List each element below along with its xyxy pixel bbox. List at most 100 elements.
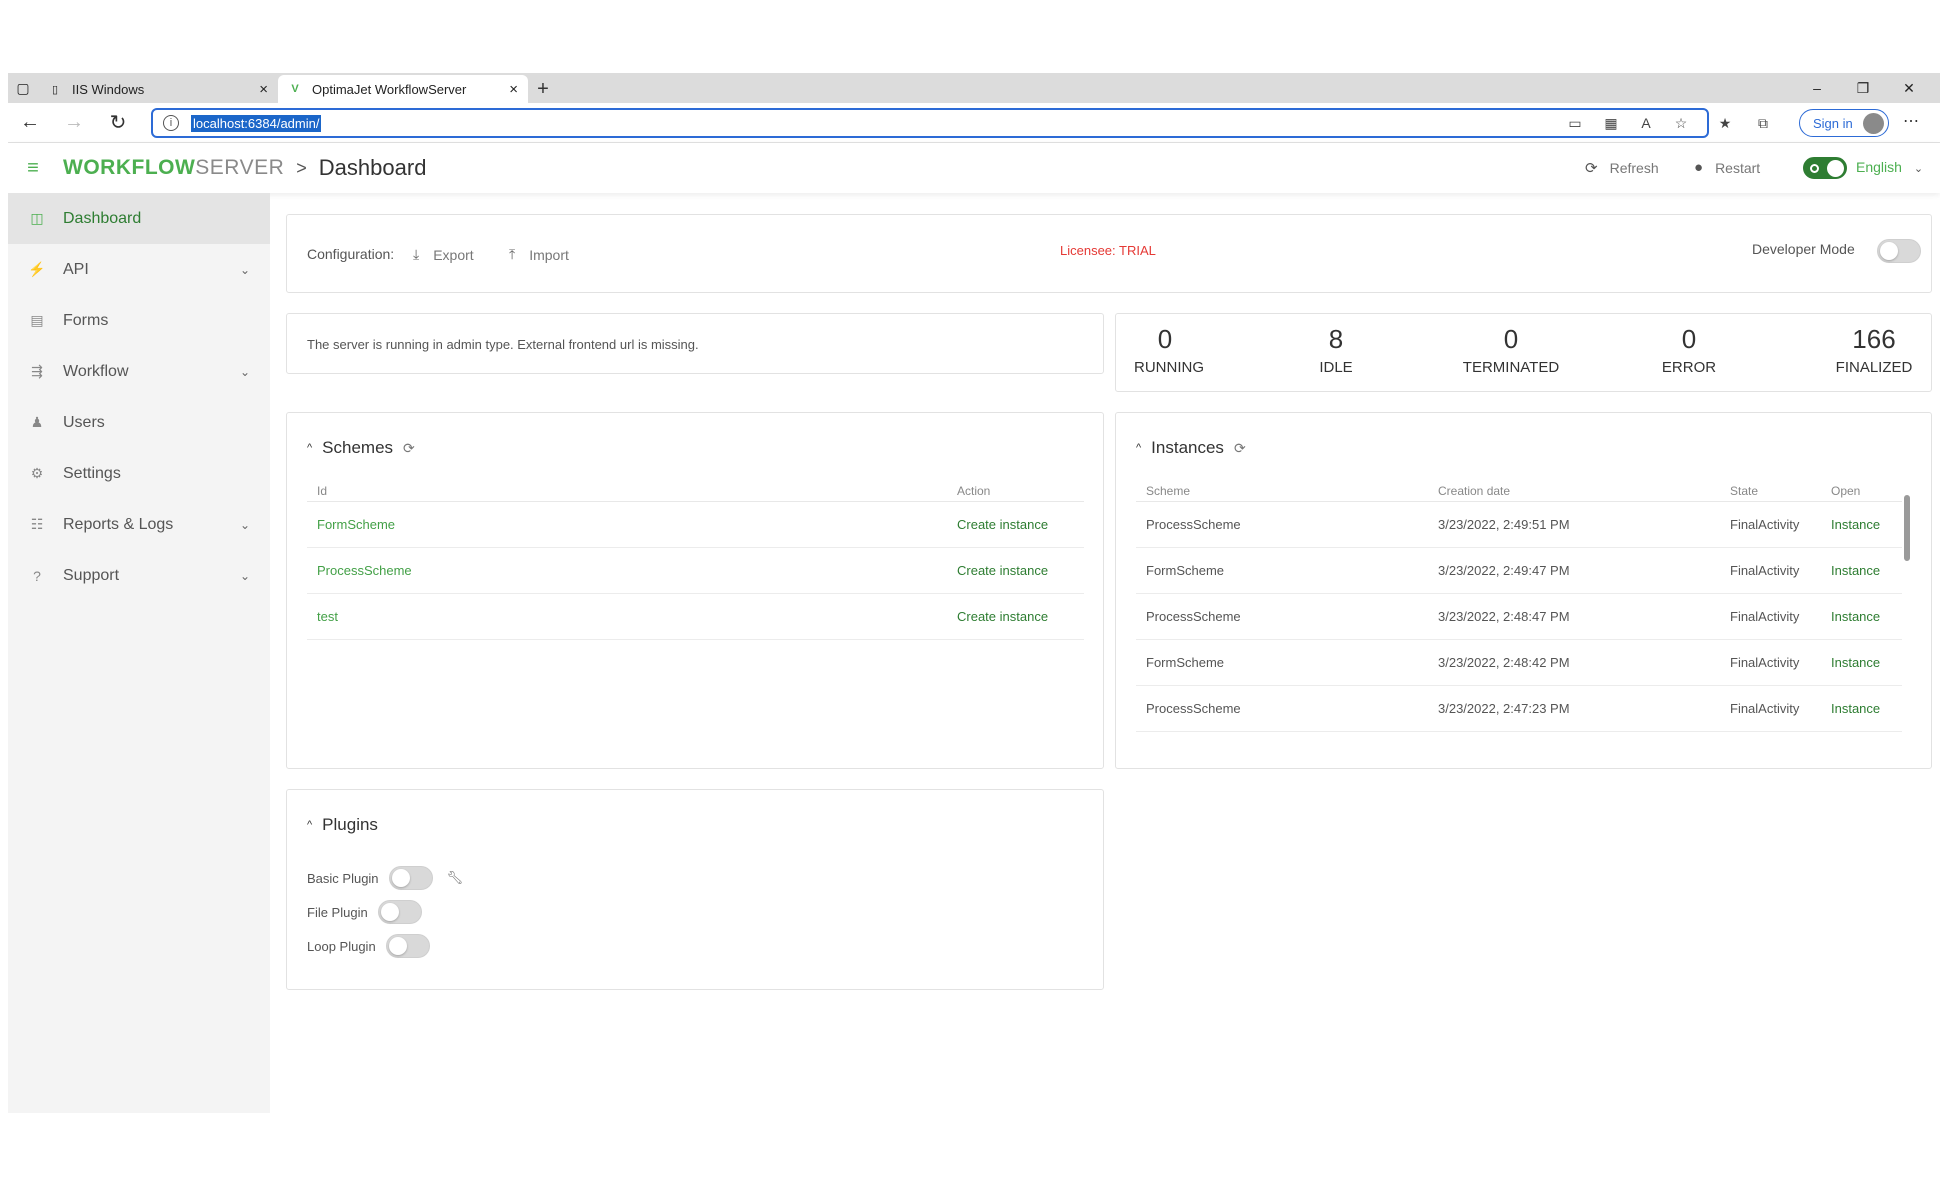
open-instance-link[interactable]: Instance	[1821, 547, 1902, 594]
table-row: ProcessScheme 3/23/2022, 2:48:47 PM Fina…	[1136, 593, 1902, 640]
scheme-id-link[interactable]: ProcessScheme	[307, 547, 947, 594]
theme-toggle[interactable]	[1803, 157, 1847, 179]
sidebar-item-users[interactable]: ♟ Users	[8, 397, 270, 448]
url-text[interactable]: localhost:6384/admin/	[191, 114, 322, 132]
tab-strip: ▢ ▯ IIS Windows × V OptimaJet WorkflowSe…	[8, 73, 1940, 103]
instance-date: 3/23/2022, 2:49:47 PM	[1428, 547, 1720, 594]
instances-title: Instances	[1151, 438, 1224, 457]
stat-terminated: 0 TERMINATED	[1456, 324, 1566, 376]
sidebar: ◫ Dashboard ⚡ API ⌄ ▤ Forms ⇶ Workflow ⌄…	[8, 193, 270, 1113]
instances-scrollbar[interactable]	[1904, 495, 1910, 561]
back-icon[interactable]: ←	[8, 103, 52, 143]
sidebar-item-workflow[interactable]: ⇶ Workflow ⌄	[8, 346, 270, 397]
instances-header[interactable]: ^ Instances ⟳	[1136, 438, 1246, 458]
export-button[interactable]: ⤓ Export	[413, 246, 474, 263]
refresh-icon[interactable]: ⟳	[1234, 440, 1246, 457]
sign-in-button[interactable]: Sign in	[1799, 109, 1889, 137]
info-icon[interactable]: i	[163, 115, 179, 131]
refresh-button[interactable]: ⟳ Refresh	[1585, 159, 1659, 177]
close-icon[interactable]: ×	[259, 81, 268, 98]
open-instance-link[interactable]: Instance	[1821, 501, 1902, 548]
close-icon[interactable]: ×	[509, 81, 518, 98]
create-instance-link[interactable]: Create instance	[947, 547, 1084, 594]
reload-icon[interactable]: ↻	[96, 103, 140, 143]
refresh-icon[interactable]: ⟳	[403, 440, 415, 457]
column-header-action: Action	[947, 481, 1084, 502]
chevron-up-icon[interactable]: ^	[1136, 442, 1141, 454]
schemes-header[interactable]: ^ Schemes ⟳	[307, 438, 415, 458]
tab-actions-icon[interactable]: ▢	[8, 73, 38, 103]
create-instance-link[interactable]: Create instance	[947, 501, 1084, 548]
scheme-id-link[interactable]: test	[307, 593, 947, 640]
sidebar-item-api[interactable]: ⚡ API ⌄	[8, 244, 270, 295]
chevron-up-icon[interactable]: ^	[307, 442, 312, 454]
toggle-ring-icon	[1810, 164, 1819, 173]
instance-scheme: ProcessScheme	[1136, 501, 1428, 548]
stat-value: 0	[1503, 324, 1519, 354]
open-instance-link[interactable]: Instance	[1821, 639, 1902, 686]
create-instance-link[interactable]: Create instance	[947, 593, 1084, 640]
restart-button[interactable]: ● Restart	[1694, 159, 1760, 176]
language-select[interactable]: English ⌄	[1856, 159, 1923, 175]
browser-tab-workflowserver[interactable]: V OptimaJet WorkflowServer ×	[278, 75, 528, 103]
instance-scheme: ProcessScheme	[1136, 685, 1428, 732]
instance-state: FinalActivity	[1720, 685, 1821, 732]
sidebar-item-forms[interactable]: ▤ Forms	[8, 295, 270, 346]
instance-state: FinalActivity	[1720, 501, 1821, 548]
instance-date: 3/23/2022, 2:48:47 PM	[1428, 593, 1720, 640]
restore-icon[interactable]: ❐	[1840, 73, 1886, 103]
configuration-card: Configuration: ⤓ Export ⤒ Import License…	[286, 214, 1932, 293]
sidebar-item-label: Settings	[63, 464, 121, 482]
chevron-down-icon: ⌄	[239, 517, 250, 532]
chevron-down-icon: ⌄	[239, 364, 250, 379]
sidebar-item-dashboard[interactable]: ◫ Dashboard	[8, 193, 270, 244]
plugin-toggle[interactable]	[377, 900, 422, 924]
plugin-name: File Plugin	[307, 904, 368, 920]
url-input[interactable]: i localhost:6384/admin/	[151, 108, 1709, 138]
new-tab-button[interactable]: +	[528, 75, 558, 103]
page-title: Dashboard	[318, 155, 427, 180]
logo[interactable]: WORKFLOWSERVER	[63, 156, 284, 180]
stat-value: 0	[1681, 324, 1697, 354]
wrench-icon[interactable]: 🔧︎	[447, 870, 464, 886]
column-header-scheme: Scheme	[1136, 481, 1428, 502]
browser-tab-iis[interactable]: ▯ IIS Windows ×	[38, 75, 278, 103]
sidebar-item-label: Reports & Logs	[63, 515, 174, 533]
sidebar-item-label: Dashboard	[63, 209, 142, 227]
plugin-row-file: File Plugin	[307, 900, 422, 924]
add-favorite-icon[interactable]: ☆	[1669, 111, 1693, 135]
table-header-row: Id Action	[307, 481, 1084, 502]
qr-code-icon[interactable]: ▦	[1599, 111, 1623, 135]
plugin-toggle[interactable]	[388, 866, 433, 890]
column-header-state: State	[1720, 481, 1821, 502]
read-aloud-icon[interactable]: A	[1634, 111, 1658, 135]
plugin-row-basic: Basic Plugin 🔧︎	[307, 866, 463, 890]
close-window-icon[interactable]: ✕	[1886, 73, 1932, 103]
import-button[interactable]: ⤒ Import	[509, 246, 569, 263]
plugins-card: ^ Plugins Basic Plugin 🔧︎ File Plugin Lo…	[286, 789, 1104, 990]
column-header-open: Open	[1821, 481, 1902, 502]
upload-icon: ⤒	[509, 246, 516, 262]
help-icon: ?	[33, 567, 41, 584]
scheme-id-link[interactable]: FormScheme	[307, 501, 947, 548]
plugins-header[interactable]: ^ Plugins	[307, 815, 378, 835]
sidebar-item-reports-logs[interactable]: ☷ Reports & Logs ⌄	[8, 499, 270, 550]
instance-date: 3/23/2022, 2:49:51 PM	[1428, 501, 1720, 548]
open-instance-link[interactable]: Instance	[1821, 685, 1902, 732]
configuration-label: Configuration:	[307, 246, 395, 262]
menu-icon[interactable]: ≡	[13, 157, 53, 180]
app-available-icon[interactable]: ▭	[1563, 111, 1587, 135]
plugin-toggle[interactable]	[385, 934, 430, 958]
sidebar-item-support[interactable]: ? Support ⌄	[8, 550, 270, 601]
export-label: Export	[433, 246, 474, 263]
workflowserver-favicon-icon: V	[291, 83, 299, 95]
favorites-icon[interactable]: ★	[1713, 111, 1737, 135]
chevron-up-icon[interactable]: ^	[307, 819, 312, 831]
forward-icon[interactable]: →	[52, 103, 96, 143]
sidebar-item-settings[interactable]: ⚙ Settings	[8, 448, 270, 499]
collections-icon[interactable]: ⧉	[1751, 111, 1775, 135]
open-instance-link[interactable]: Instance	[1821, 593, 1902, 640]
minimize-icon[interactable]: –	[1794, 73, 1840, 103]
more-options-icon[interactable]: ⋯	[1903, 111, 1919, 131]
developer-mode-toggle[interactable]	[1877, 239, 1921, 263]
